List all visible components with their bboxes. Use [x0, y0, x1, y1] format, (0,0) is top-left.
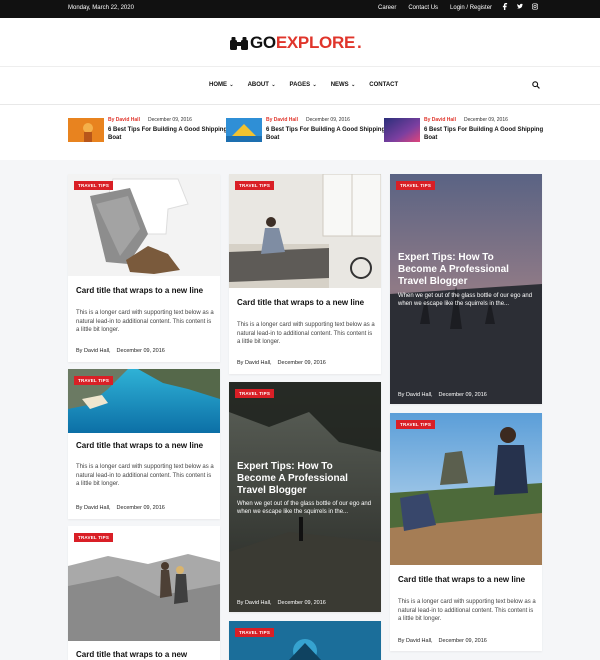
card-date: December 09, 2016 — [116, 505, 165, 511]
category-tag[interactable]: TRAVEL TIPS — [74, 376, 114, 385]
social-links — [502, 3, 538, 10]
nav-item-contact[interactable]: CONTACT — [369, 82, 398, 88]
site-header: GO EXPLORE. — [0, 18, 600, 67]
trending-thumbnail — [68, 118, 104, 142]
card-title[interactable]: Card title that wraps to a new line — [398, 575, 534, 585]
nav-menu: HOME ⌄ ABOUT ⌄ PAGES ⌄ NEWS ⌄ CONTACT — [209, 82, 398, 88]
contact-us-link[interactable]: Contact Us — [408, 5, 438, 11]
card-image — [390, 413, 542, 565]
card-text: This is a longer card with supporting te… — [76, 464, 214, 487]
chevron-down-icon: ⌄ — [269, 82, 276, 88]
card-title[interactable]: Card title that wraps to a new line — [76, 441, 212, 451]
category-tag[interactable]: TRAVEL TIPS — [396, 420, 436, 429]
article-card[interactable]: TRAVEL TIPS Card title that wraps to a n… — [68, 174, 220, 362]
card-author[interactable]: By David Hall, — [76, 348, 111, 354]
trending-strip: By David Hall December 09, 2016 6 Best Ti… — [0, 105, 600, 160]
card-date: December 09, 2016 — [116, 348, 165, 354]
card-title[interactable]: Card title that wraps to a new — [76, 650, 212, 660]
card-author[interactable]: By David Hall, — [237, 600, 272, 606]
twitter-icon[interactable] — [517, 3, 523, 10]
card-date: December 09, 2016 — [277, 360, 326, 366]
article-card[interactable]: TRAVEL TIPS Card title that wraps to a n… — [68, 369, 220, 519]
card-meta: By David Hall, December 09, 2016 — [76, 505, 165, 511]
card-image — [68, 526, 220, 641]
instagram-icon[interactable] — [532, 3, 538, 10]
article-card[interactable]: TRAVEL TIPS Card title that wraps to a n… — [390, 413, 542, 651]
article-card-overlay[interactable]: TRAVEL TIPS Expert Tips: How To Become A… — [229, 382, 381, 612]
card-image — [229, 621, 381, 660]
card-text: This is a longer card with supporting te… — [398, 599, 536, 622]
binoculars-icon — [230, 36, 248, 50]
card-title[interactable]: Expert Tips: How To Become A Professiona… — [237, 461, 373, 497]
article-card[interactable]: TRAVEL TIPS — [229, 621, 381, 660]
card-title[interactable]: Card title that wraps to a new line — [237, 298, 373, 308]
career-link[interactable]: Career — [378, 5, 396, 11]
card-image — [229, 174, 381, 288]
category-tag[interactable]: TRAVEL TIPS — [74, 533, 114, 542]
current-date: Monday, March 22, 2020 — [68, 5, 134, 11]
facebook-icon[interactable] — [502, 3, 508, 10]
trending-item[interactable]: By David Hall December 09, 2016 6 Best Ti… — [68, 117, 228, 147]
trending-item[interactable]: By David Hall December 09, 2016 6 Best Ti… — [226, 117, 386, 147]
trending-item[interactable]: By David Hall December 09, 2016 6 Best Ti… — [384, 117, 544, 147]
card-text: This is a longer card with supporting te… — [76, 310, 214, 333]
card-date: December 09, 2016 — [277, 600, 326, 606]
card-date: December 09, 2016 — [438, 392, 487, 398]
card-title[interactable]: Card title that wraps to a new line — [76, 286, 212, 296]
card-text: When we get out of the glass bottle of o… — [237, 501, 372, 515]
main-nav: HOME ⌄ ABOUT ⌄ PAGES ⌄ NEWS ⌄ CONTACT — [0, 67, 600, 105]
login-register-link[interactable]: Login / Register — [450, 5, 492, 11]
card-meta: By David Hall, December 09, 2016 — [237, 600, 326, 606]
nav-item-about[interactable]: ABOUT ⌄ — [248, 82, 276, 88]
trending-thumbnail — [384, 118, 420, 142]
chevron-down-icon: ⌄ — [349, 82, 356, 88]
trending-title[interactable]: 6 Best Tips For Building A Good Shipping… — [108, 126, 228, 142]
card-meta: By David Hall, December 09, 2016 — [76, 348, 165, 354]
trending-title[interactable]: 6 Best Tips For Building A Good Shipping… — [266, 126, 386, 142]
card-date: December 09, 2016 — [438, 638, 487, 644]
card-author[interactable]: By David Hall, — [76, 505, 111, 511]
trending-thumbnail — [226, 118, 262, 142]
card-author[interactable]: By David Hall, — [237, 360, 272, 366]
card-meta: By David Hall, December 09, 2016 — [398, 638, 487, 644]
logo-text-go: GO — [250, 33, 276, 52]
category-tag[interactable]: TRAVEL TIPS — [235, 181, 275, 190]
search-icon[interactable] — [532, 81, 540, 89]
card-meta: By David Hall, December 09, 2016 — [237, 360, 326, 366]
trending-title[interactable]: 6 Best Tips For Building A Good Shipping… — [424, 126, 544, 142]
nav-item-home[interactable]: HOME ⌄ — [209, 82, 234, 88]
logo-text-explore: EXPLORE — [275, 33, 355, 52]
logo-dot: . — [357, 33, 362, 52]
nav-item-news[interactable]: NEWS ⌄ — [331, 82, 356, 88]
article-card[interactable]: TRAVEL TIPS Card title that wraps to a n… — [68, 526, 220, 660]
category-tag[interactable]: TRAVEL TIPS — [235, 628, 275, 637]
card-title[interactable]: Expert Tips: How To Become A Professiona… — [398, 252, 534, 288]
top-bar: Monday, March 22, 2020 Career Contact Us… — [0, 0, 600, 18]
chevron-down-icon: ⌄ — [311, 82, 317, 88]
card-meta: By David Hall, December 09, 2016 — [398, 392, 487, 398]
article-card-overlay[interactable]: TRAVEL TIPS Expert Tips: How To Become A… — [390, 174, 542, 404]
article-card[interactable]: TRAVEL TIPS Card title that wraps to a n… — [229, 174, 381, 374]
nav-item-pages[interactable]: PAGES ⌄ — [290, 82, 317, 88]
top-links: Career Contact Us Login / Register — [378, 5, 492, 11]
category-tag[interactable]: TRAVEL TIPS — [74, 181, 114, 190]
card-text: This is a longer card with supporting te… — [237, 322, 375, 345]
chevron-down-icon: ⌄ — [228, 82, 234, 88]
site-logo[interactable]: GO EXPLORE. — [230, 33, 362, 53]
card-author[interactable]: By David Hall, — [398, 638, 433, 644]
card-text: When we get out of the glass bottle of o… — [398, 293, 533, 307]
card-author[interactable]: By David Hall, — [398, 392, 433, 398]
